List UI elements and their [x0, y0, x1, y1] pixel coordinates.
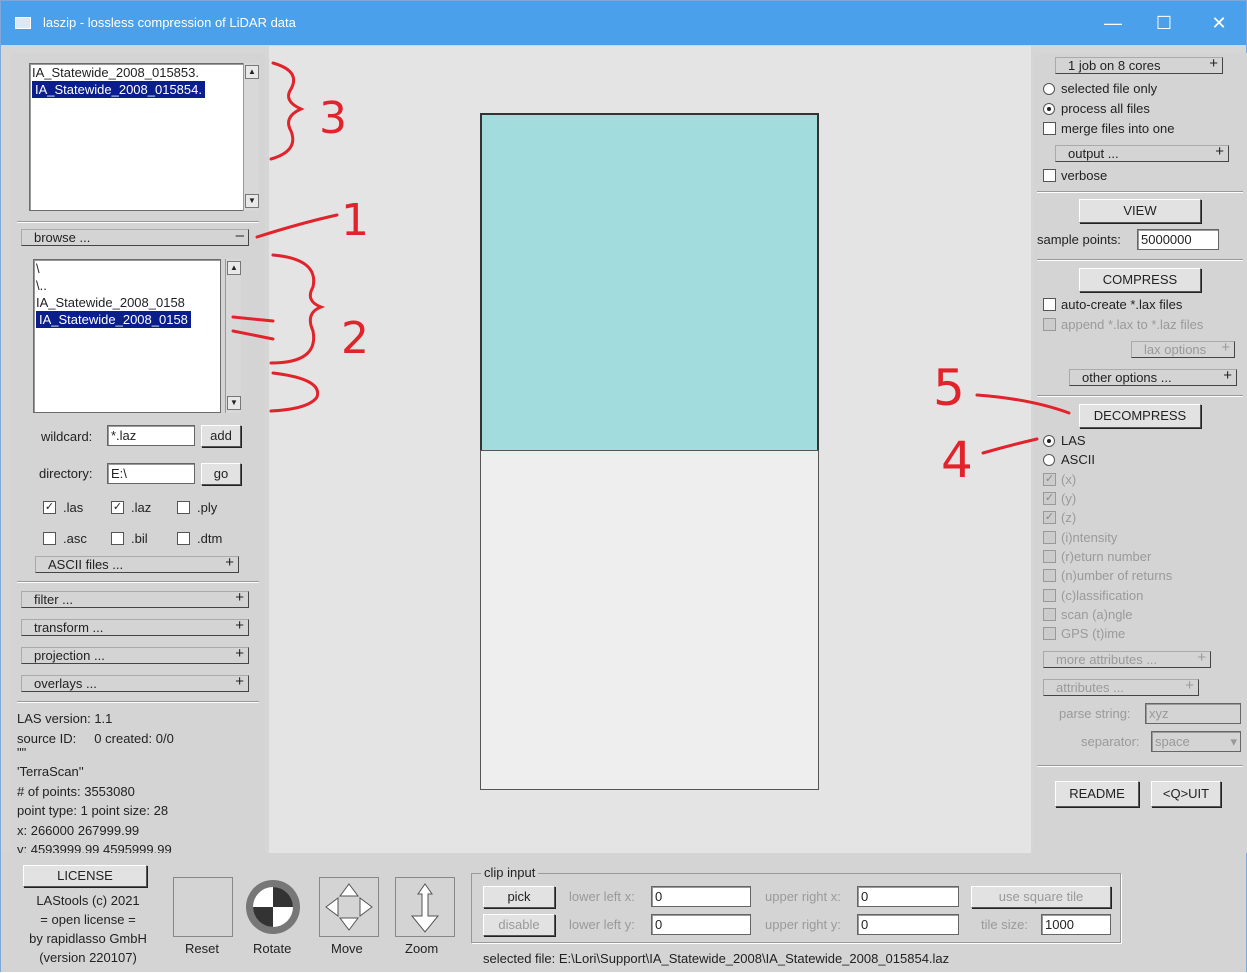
annotation-lines-2 — [231, 315, 275, 341]
annotation-2: 2 — [341, 313, 369, 364]
annotation-1: 1 — [341, 195, 369, 246]
annotation-line-5 — [975, 393, 1071, 415]
annotation-line-4 — [981, 437, 1039, 455]
annotation-brace-3 — [269, 61, 305, 161]
laszip-window: laszip - lossless compression of LiDAR d… — [0, 0, 1247, 972]
annotation-line-1 — [255, 213, 339, 239]
annotation-4: 4 — [941, 431, 973, 489]
annotation-3: 3 — [319, 93, 347, 144]
annotation-overlay: 3 1 2 5 4 — [231, 61, 1071, 489]
annotation-brace-2 — [269, 253, 326, 413]
annotation-5: 5 — [933, 359, 965, 417]
